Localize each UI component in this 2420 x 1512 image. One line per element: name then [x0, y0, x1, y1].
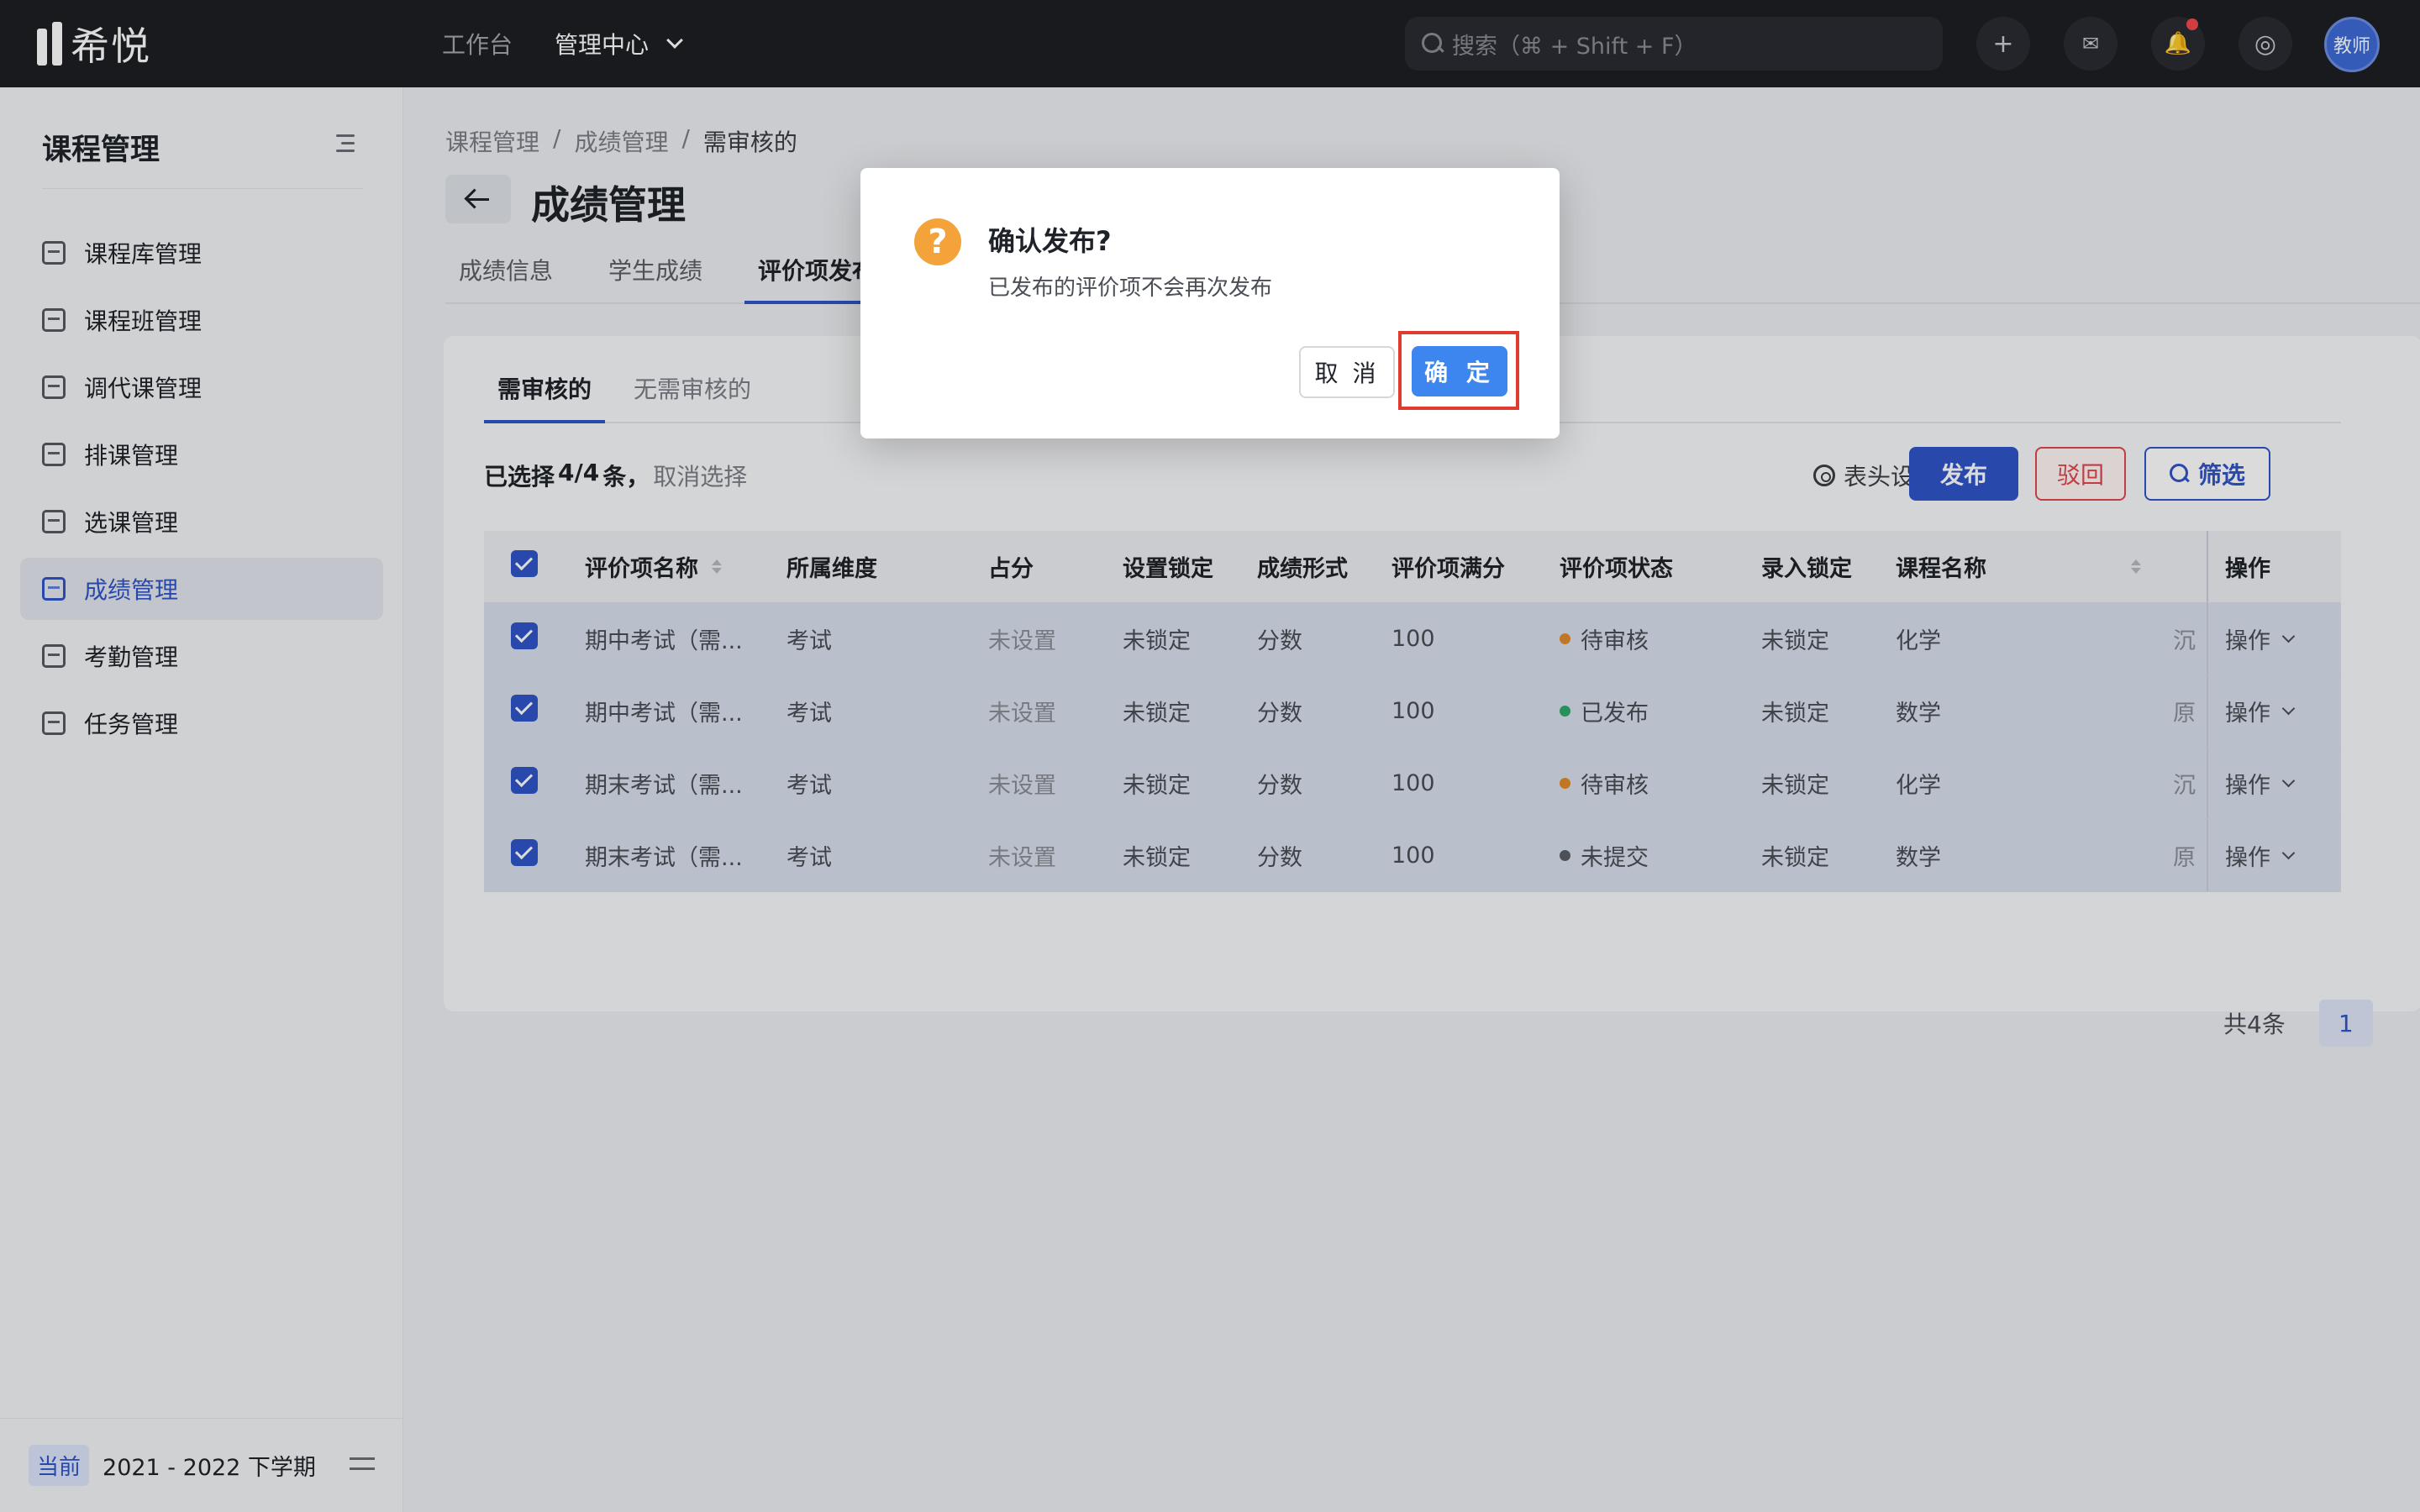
- question-icon: ?: [914, 218, 961, 265]
- cancel-button[interactable]: 取 消: [1299, 346, 1395, 398]
- highlight-box: 确 定: [1398, 331, 1519, 410]
- confirm-button[interactable]: 确 定: [1412, 346, 1507, 396]
- dialog-description: 已发布的评价项不会再次发布: [988, 276, 1273, 301]
- confirm-dialog: ? 确认发布? 已发布的评价项不会再次发布 取 消 确 定: [860, 168, 1560, 438]
- dialog-title: 确认发布?: [988, 225, 1112, 257]
